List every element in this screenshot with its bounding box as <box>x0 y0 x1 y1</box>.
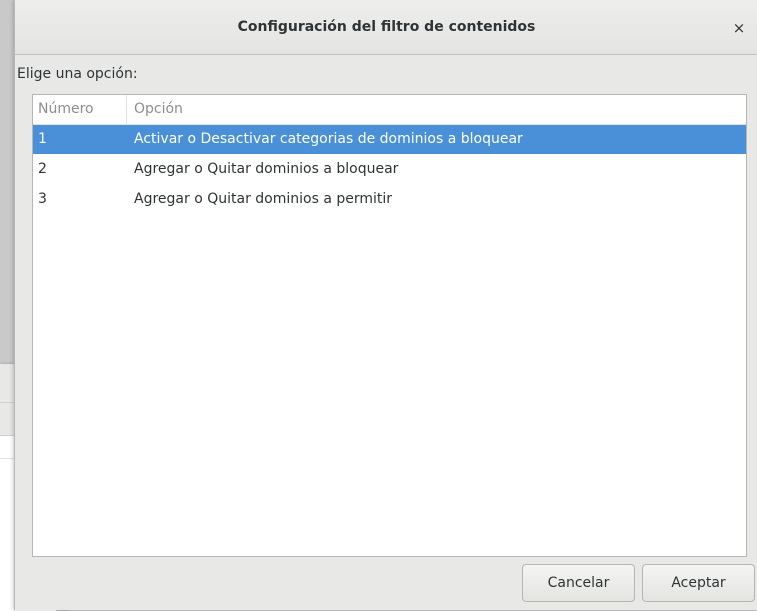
cancel-button[interactable]: Cancelar <box>522 564 635 602</box>
options-list[interactable]: Número Opción 1 Activar o Desactivar cat… <box>32 94 747 557</box>
dialog-titlebar: Configuración del filtro de contenidos × <box>15 0 757 55</box>
row-option: Activar o Desactivar categorias de domin… <box>134 131 523 147</box>
list-row[interactable]: 2 Agregar o Quitar dominios a bloquear <box>33 155 746 184</box>
row-number: 1 <box>38 131 47 147</box>
row-number: 3 <box>38 191 47 207</box>
accept-button[interactable]: Aceptar <box>642 564 755 602</box>
column-header-option[interactable]: Opción <box>128 95 746 124</box>
content-filter-dialog: Configuración del filtro de contenidos ×… <box>14 0 757 610</box>
row-option: Agregar o Quitar dominios a bloquear <box>134 161 399 177</box>
close-icon[interactable]: × <box>729 18 749 38</box>
row-option: Agregar o Quitar dominios a permitir <box>134 191 393 207</box>
options-list-header: Número Opción <box>33 95 746 125</box>
list-row[interactable]: 1 Activar o Desactivar categorias de dom… <box>33 125 746 154</box>
row-number: 2 <box>38 161 47 177</box>
choose-option-label: Elige una opción: <box>17 66 138 82</box>
list-row[interactable]: 3 Agregar o Quitar dominios a permitir <box>33 185 746 214</box>
column-header-number[interactable]: Número <box>33 95 127 124</box>
dialog-title: Configuración del filtro de contenidos <box>237 19 536 35</box>
